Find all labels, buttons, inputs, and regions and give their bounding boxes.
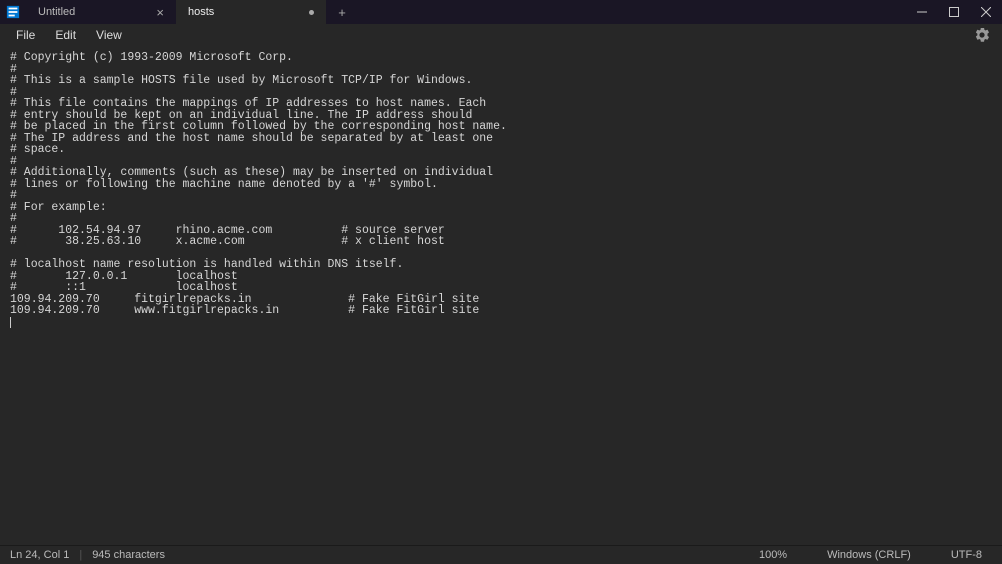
plus-icon: + <box>338 5 346 20</box>
text-cursor <box>10 317 11 328</box>
tab-untitled[interactable]: Untitled × <box>26 0 176 24</box>
menu-view[interactable]: View <box>86 26 132 44</box>
tab-close-icon[interactable]: × <box>156 6 164 19</box>
minimize-button[interactable] <box>906 0 938 24</box>
menu-edit[interactable]: Edit <box>45 26 86 44</box>
settings-button[interactable] <box>970 28 994 42</box>
editor-line: # The IP address and the host name shoul… <box>10 133 992 145</box>
editor-line: # This file contains the mappings of IP … <box>10 98 992 110</box>
editor-line: # ::1 localhost <box>10 282 992 294</box>
menubar: File Edit View <box>0 24 1002 46</box>
titlebar: Untitled × hosts + <box>0 0 1002 24</box>
editor-line: # Additionally, comments (such as these)… <box>10 167 992 179</box>
editor-line: # be placed in the first column followed… <box>10 121 992 133</box>
editor-line: # Copyright (c) 1993-2009 Microsoft Corp… <box>10 52 992 64</box>
editor-line: # For example: <box>10 202 992 214</box>
app-window: Untitled × hosts + File Edit View # Cop <box>0 0 1002 564</box>
close-button[interactable] <box>970 0 1002 24</box>
char-count[interactable]: 945 characters <box>92 549 165 561</box>
encoding[interactable]: UTF-8 <box>951 549 982 561</box>
editor-line: # 38.25.63.10 x.acme.com # x client host <box>10 236 992 248</box>
app-icon <box>0 0 26 24</box>
cursor-position[interactable]: Ln 24, Col 1 <box>10 549 69 561</box>
zoom-level[interactable]: 100% <box>759 549 787 561</box>
maximize-button[interactable] <box>938 0 970 24</box>
editor-line <box>10 317 992 329</box>
editor-line: # This is a sample HOSTS file used by Mi… <box>10 75 992 87</box>
new-tab-button[interactable]: + <box>326 0 358 24</box>
editor-line: 109.94.209.70 www.fitgirlrepacks.in # Fa… <box>10 305 992 317</box>
editor-line: # space. <box>10 144 992 156</box>
statusbar: Ln 24, Col 1 | 945 characters 100% Windo… <box>0 545 1002 564</box>
modified-dot-icon <box>309 10 314 15</box>
tab-label: hosts <box>188 6 214 18</box>
editor-area[interactable]: # Copyright (c) 1993-2009 Microsoft Corp… <box>0 46 1002 545</box>
gear-icon <box>975 28 989 42</box>
tab-hosts[interactable]: hosts <box>176 0 326 24</box>
editor-line: # <box>10 213 992 225</box>
editor-line: # <box>10 190 992 202</box>
tab-label: Untitled <box>38 6 75 18</box>
editor-line: # lines or following the machine name de… <box>10 179 992 191</box>
editor-line: # localhost name resolution is handled w… <box>10 259 992 271</box>
line-ending[interactable]: Windows (CRLF) <box>827 549 911 561</box>
menu-file[interactable]: File <box>6 26 45 44</box>
window-controls <box>906 0 1002 24</box>
